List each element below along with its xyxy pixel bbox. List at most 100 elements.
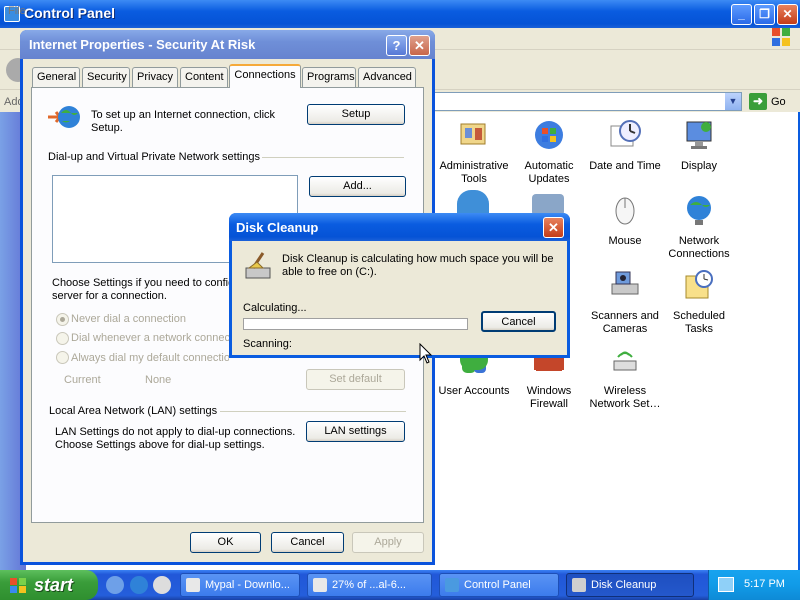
network-tray-icon[interactable] [718,577,734,592]
lan-group-label: Local Area Network (LAN) settings [49,405,218,417]
task-label: Control Panel [464,579,531,591]
control-panel-icon [445,578,459,592]
radio-never-dial[interactable] [56,313,69,326]
cp-item-label: Administrative Tools [439,160,509,185]
cp-item-scanners-and-cameras[interactable]: Scanners and Cameras [585,268,665,336]
cp-item-wireless-network[interactable]: Wireless Network Set… [585,343,665,411]
address-input[interactable] [420,92,742,111]
cp-item-label: Scheduled Tasks [673,310,725,335]
cp-item-display[interactable]: Display [659,118,739,173]
windows-flag-icon [772,28,790,46]
task-label: Disk Cleanup [591,579,657,591]
cp-item-label: User Accounts [438,385,510,397]
network-icon [687,196,711,225]
cp-item-label: Display [680,160,718,172]
close-button[interactable]: ✕ [543,217,564,238]
clock[interactable]: 5:17 PM [744,578,785,590]
media-player-icon[interactable] [153,576,171,594]
control-panel-titlebar[interactable] [0,0,800,28]
wireless-icon [613,351,637,371]
disk-cleanup-title: Disk Cleanup [236,220,319,235]
cp-item-label: Scanners and Cameras [591,310,659,335]
cp-item-scheduled-tasks[interactable]: Scheduled Tasks [659,268,739,336]
radio-always-dial-label: Always dial my default connection [71,352,229,364]
internet-explorer-icon[interactable] [130,576,148,594]
tab-privacy[interactable]: Privacy [132,67,178,87]
cp-item-label: Mouse [608,235,642,247]
group-divider [262,157,404,158]
tab-programs[interactable]: Programs [302,67,356,87]
browser-icon [313,578,327,592]
taskbar-item-control-panel[interactable]: Control Panel [439,573,559,597]
close-button[interactable]: ✕ [409,35,430,56]
cp-item-network-connections[interactable]: Network Connections [659,193,739,261]
menu-file[interactable]: File [8,5,26,17]
disk-cleanup-cancel-button[interactable]: Cancel [481,311,556,332]
progress-bar [243,318,468,330]
tab-content[interactable]: Content [180,67,228,87]
chevron-down-icon[interactable]: ▼ [725,93,741,110]
current-label: Current [64,374,101,386]
taskbar-item-disk-cleanup[interactable]: Disk Cleanup [566,573,694,597]
add-button[interactable]: Add... [309,176,406,197]
cp-item-label: Windows Firewall [526,385,572,410]
task-label: 27% of ...al-6... [332,579,406,591]
tab-security[interactable]: Security [82,67,130,87]
taskbar-item-download[interactable]: 27% of ...al-6... [307,573,432,597]
internet-properties-title: Internet Properties - Security At Risk [29,37,256,52]
windows-logo-icon [10,578,26,593]
go-button[interactable]: Go [771,96,786,108]
scanning-label: Scanning: [243,338,292,350]
ok-button[interactable]: OK [190,532,261,553]
restore-button[interactable]: ❐ [754,4,775,25]
browser-icon [186,578,200,592]
tab-general[interactable]: General [32,67,80,87]
disk-cleanup-icon [245,252,271,279]
scanner-icon [611,271,639,295]
show-desktop-icon[interactable] [106,576,124,594]
choose-settings-line1: Choose Settings if you need to config [52,277,232,289]
disk-cleanup-message-line2: able to free on (C:). [282,266,377,278]
calculating-label: Calculating... [243,302,307,314]
setup-button[interactable]: Setup [307,104,405,125]
cp-item-automatic-updates[interactable]: Automatic Updates [509,118,589,186]
cp-item-administrative-tools[interactable]: Administrative Tools [434,118,514,186]
set-default-button[interactable]: Set default [306,369,405,390]
taskbar-item-mypal[interactable]: Mypal - Downlo... [180,573,300,597]
setup-text: To set up an Internet connection, click … [91,109,276,134]
cancel-button[interactable]: Cancel [271,532,344,553]
radio-dial-whenever[interactable] [56,332,69,345]
task-label: Mypal - Downlo... [205,579,290,591]
cp-item-label: Date and Time [589,160,661,172]
cp-item-label: Automatic Updates [524,160,574,185]
start-label: start [34,575,74,595]
lan-text-line1: LAN Settings do not apply to dial-up con… [55,426,296,438]
firewall-partial-icon [534,358,564,370]
radio-dial-whenever-label: Dial whenever a network connect [71,332,229,344]
tab-advanced[interactable]: Advanced [358,67,416,87]
cp-item-label: Wireless Network Set… [589,385,661,410]
scheduled-tasks-icon [685,270,713,299]
group-divider [220,411,406,412]
minimize-button[interactable]: _ [731,4,752,25]
mouse-cursor-icon [419,343,433,364]
go-arrow-icon[interactable]: ➜ [749,93,767,110]
mouse-icon [615,197,635,225]
help-button[interactable]: ? [386,35,407,56]
lan-settings-button[interactable]: LAN settings [306,421,405,442]
tab-connections[interactable]: Connections [229,64,301,88]
cp-item-label: Network Connections [668,235,730,260]
disk-cleanup-icon [572,578,586,592]
radio-always-dial[interactable] [56,351,69,364]
radio-never-dial-label: Never dial a connection [71,313,186,325]
choose-settings-line2: server for a connection. [52,290,167,302]
cp-item-date-and-time[interactable]: Date and Time [585,118,665,173]
close-button[interactable]: ✕ [777,4,798,25]
cp-item-mouse[interactable]: Mouse [585,193,665,248]
disk-cleanup-message-line1: Disk Cleanup is calculating how much spa… [282,253,554,265]
control-panel-title: Control Panel [24,5,116,21]
current-value: None [145,374,172,386]
lan-text-line2: Choose Settings above for dial-up settin… [55,439,265,451]
display-icon [686,121,712,149]
apply-button[interactable]: Apply [352,532,424,553]
